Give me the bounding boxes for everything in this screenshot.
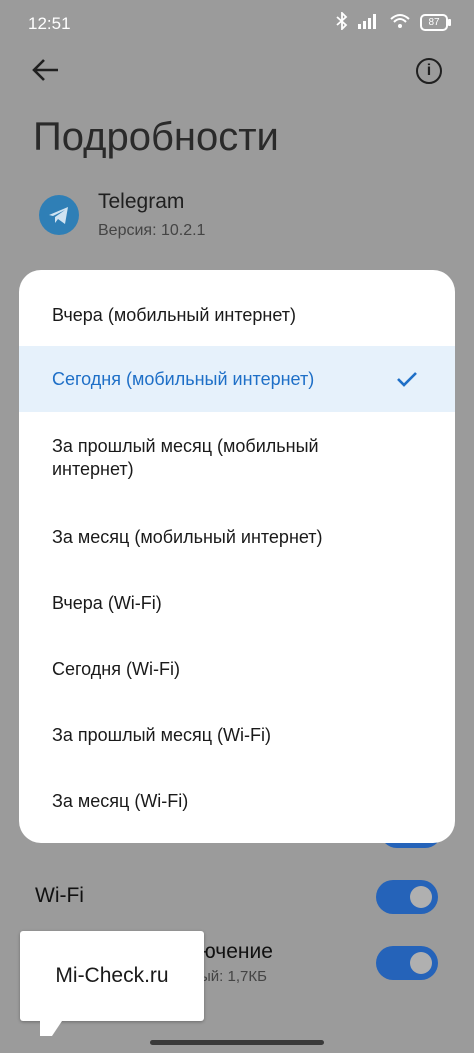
menu-item[interactable]: Сегодня (Wi-Fi) bbox=[19, 636, 455, 702]
menu-item[interactable]: За месяц (Wi-Fi) bbox=[19, 768, 455, 834]
wifi-label: Wi-Fi bbox=[35, 884, 84, 907]
toggle-knob bbox=[410, 886, 432, 908]
status-icons: 87 bbox=[336, 10, 451, 33]
app-version: Версия: 10.2.1 bbox=[98, 222, 206, 239]
menu-item-label: Сегодня (Wi-Fi) bbox=[52, 658, 180, 679]
status-bar: 12:51 87 bbox=[0, 0, 474, 48]
page-title: Подробности bbox=[33, 115, 279, 159]
menu-item[interactable]: Вчера (мобильный интернет) bbox=[19, 282, 455, 348]
menu-item-label: За прошлый месяц (Wi-Fi) bbox=[52, 724, 271, 745]
period-select-menu: Вчера (мобильный интернет) Сегодня (моби… bbox=[19, 270, 455, 843]
app-name: Telegram bbox=[98, 190, 185, 213]
menu-item-selected[interactable]: Сегодня (мобильный интернет) bbox=[19, 346, 455, 412]
bluetooth-icon bbox=[336, 10, 348, 33]
menu-item-label: Вчера (мобильный интернет) bbox=[52, 304, 297, 325]
connection-toggle[interactable] bbox=[376, 946, 438, 980]
menu-item-label: За месяц (Wi-Fi) bbox=[52, 790, 189, 811]
menu-item-label: Сегодня (мобильный интернет) bbox=[52, 368, 315, 389]
status-time: 12:51 bbox=[28, 14, 71, 33]
row-subtitle-partial: ый: 1,7КБ bbox=[200, 968, 267, 985]
watermark-bubble: Mi-Check.ru bbox=[20, 931, 204, 1021]
wifi-toggle[interactable] bbox=[376, 880, 438, 914]
watermark-text: Mi-Check.ru bbox=[55, 964, 169, 987]
menu-item[interactable]: За прошлый месяц (мобильный интернет) bbox=[19, 412, 455, 504]
menu-item-label: Вчера (Wi-Fi) bbox=[52, 592, 162, 613]
battery-icon: 87 bbox=[420, 14, 451, 31]
back-arrow-icon[interactable] bbox=[30, 55, 66, 87]
row-title-partial: ючение bbox=[200, 940, 273, 963]
signal-icon bbox=[358, 13, 380, 32]
watermark-bubble-tail bbox=[40, 1018, 64, 1036]
menu-item[interactable]: Вчера (Wi-Fi) bbox=[19, 570, 455, 636]
menu-item-label: За прошлый месяц (мобильный интернет) bbox=[52, 436, 319, 479]
menu-item[interactable]: За прошлый месяц (Wi-Fi) bbox=[19, 702, 455, 768]
menu-item[interactable]: За месяц (мобильный интернет) bbox=[19, 504, 455, 570]
home-indicator[interactable] bbox=[150, 1040, 324, 1045]
wifi-icon bbox=[390, 13, 410, 32]
check-icon bbox=[395, 367, 419, 391]
telegram-app-icon bbox=[39, 195, 79, 235]
menu-item-label: За месяц (мобильный интернет) bbox=[52, 526, 323, 547]
info-icon[interactable]: i bbox=[416, 58, 442, 84]
toggle-knob bbox=[410, 952, 432, 974]
